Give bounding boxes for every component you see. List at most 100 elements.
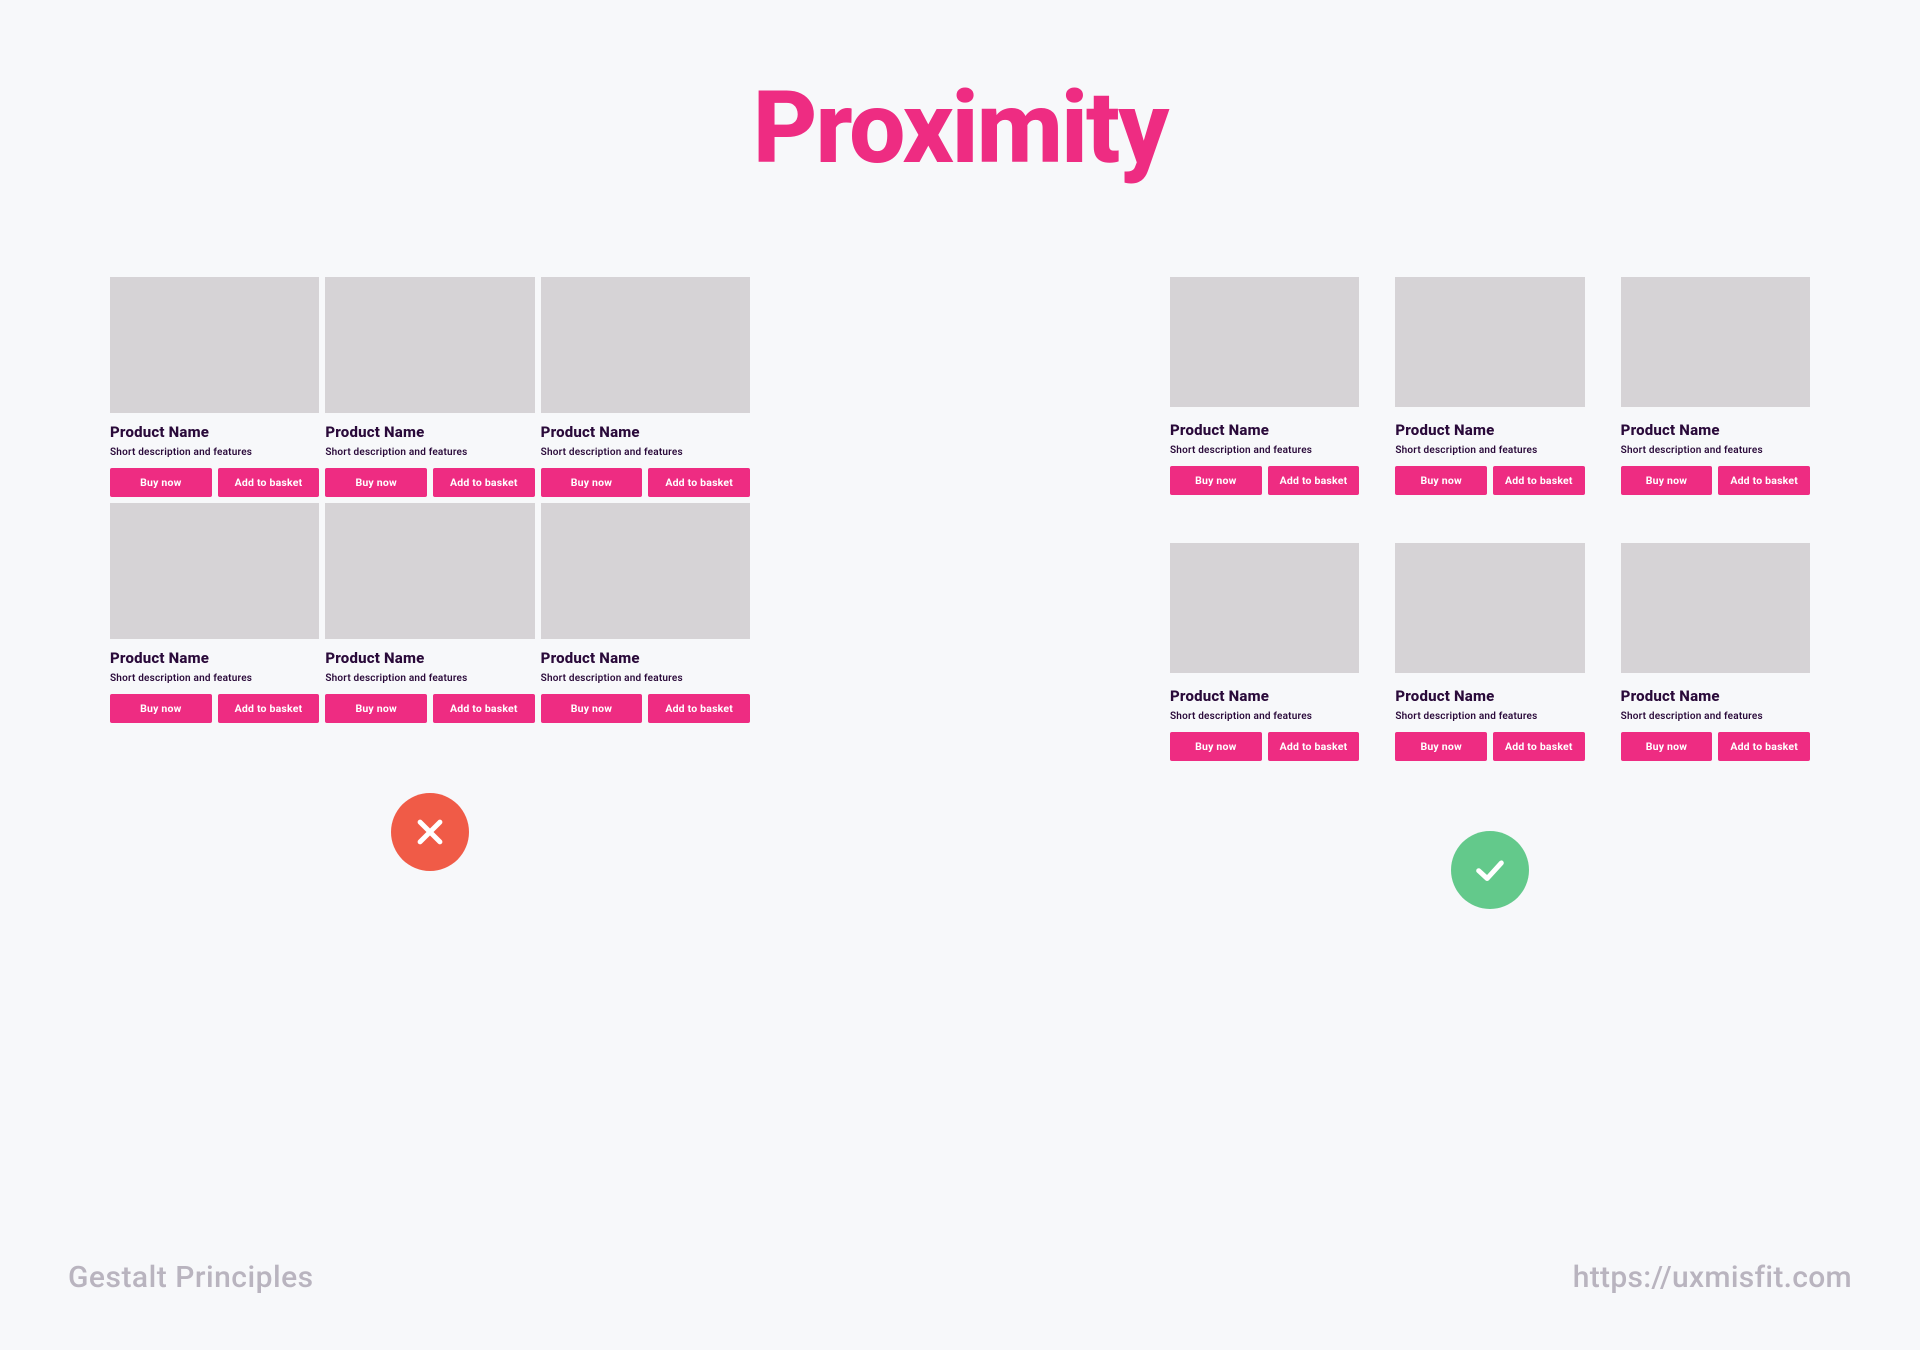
footer-label-right: https://uxmisfit.com (1573, 1260, 1852, 1295)
buy-now-button[interactable]: Buy now (1621, 466, 1713, 495)
buy-now-button[interactable]: Buy now (1621, 732, 1713, 761)
product-name: Product Name (110, 649, 319, 667)
product-card: Product Name Short description and featu… (110, 503, 319, 723)
product-meta: Product Name Short description and featu… (325, 413, 534, 497)
product-actions: Buy now Add to basket (1395, 732, 1584, 761)
product-card: Product Name Short description and featu… (1621, 277, 1810, 495)
check-icon (1451, 831, 1529, 909)
add-to-basket-button[interactable]: Add to basket (1493, 732, 1585, 761)
add-to-basket-button[interactable]: Add to basket (433, 468, 535, 497)
cross-icon (391, 793, 469, 871)
product-name: Product Name (1395, 421, 1584, 439)
product-image-placeholder (1621, 277, 1810, 407)
product-image-placeholder (325, 277, 534, 413)
product-grid-bad: Product Name Short description and featu… (110, 277, 750, 723)
product-description: Short description and features (325, 447, 534, 458)
product-meta: Product Name Short description and featu… (1395, 673, 1584, 761)
product-name: Product Name (1395, 687, 1584, 705)
product-actions: Buy now Add to basket (1621, 466, 1810, 495)
product-description: Short description and features (1621, 711, 1810, 722)
product-meta: Product Name Short description and featu… (1621, 673, 1810, 761)
product-meta: Product Name Short description and featu… (541, 413, 750, 497)
buy-now-button[interactable]: Buy now (110, 468, 212, 497)
product-card: Product Name Short description and featu… (1170, 277, 1359, 495)
product-actions: Buy now Add to basket (1170, 732, 1359, 761)
product-actions: Buy now Add to basket (1170, 466, 1359, 495)
product-description: Short description and features (1395, 445, 1584, 456)
product-actions: Buy now Add to basket (1395, 466, 1584, 495)
product-image-placeholder (110, 277, 319, 413)
product-meta: Product Name Short description and featu… (110, 413, 319, 497)
product-card: Product Name Short description and featu… (325, 277, 534, 497)
product-name: Product Name (1170, 687, 1359, 705)
panel-bad: Product Name Short description and featu… (110, 277, 750, 909)
product-image-placeholder (541, 503, 750, 639)
add-to-basket-button[interactable]: Add to basket (218, 468, 320, 497)
product-name: Product Name (541, 649, 750, 667)
product-actions: Buy now Add to basket (541, 468, 750, 497)
product-meta: Product Name Short description and featu… (325, 639, 534, 723)
product-actions: Buy now Add to basket (541, 694, 750, 723)
buy-now-button[interactable]: Buy now (1395, 466, 1487, 495)
product-card: Product Name Short description and featu… (1170, 543, 1359, 761)
add-to-basket-button[interactable]: Add to basket (433, 694, 535, 723)
add-to-basket-button[interactable]: Add to basket (1493, 466, 1585, 495)
product-grid-good: Product Name Short description and featu… (1170, 277, 1810, 761)
product-description: Short description and features (110, 447, 319, 458)
buy-now-button[interactable]: Buy now (541, 468, 643, 497)
add-to-basket-button[interactable]: Add to basket (218, 694, 320, 723)
product-name: Product Name (1170, 421, 1359, 439)
product-meta: Product Name Short description and featu… (110, 639, 319, 723)
product-actions: Buy now Add to basket (110, 468, 319, 497)
add-to-basket-button[interactable]: Add to basket (1718, 732, 1810, 761)
product-image-placeholder (1395, 543, 1584, 673)
product-image-placeholder (1395, 277, 1584, 407)
buy-now-button[interactable]: Buy now (325, 468, 427, 497)
add-to-basket-button[interactable]: Add to basket (648, 694, 750, 723)
product-description: Short description and features (1170, 711, 1359, 722)
product-description: Short description and features (541, 447, 750, 458)
product-meta: Product Name Short description and featu… (541, 639, 750, 723)
buy-now-button[interactable]: Buy now (1395, 732, 1487, 761)
add-to-basket-button[interactable]: Add to basket (1268, 466, 1360, 495)
product-actions: Buy now Add to basket (1621, 732, 1810, 761)
product-image-placeholder (1621, 543, 1810, 673)
product-image-placeholder (1170, 277, 1359, 407)
add-to-basket-button[interactable]: Add to basket (648, 468, 750, 497)
product-card: Product Name Short description and featu… (1395, 277, 1584, 495)
panel-good: Product Name Short description and featu… (1170, 277, 1810, 909)
product-actions: Buy now Add to basket (325, 468, 534, 497)
product-description: Short description and features (541, 673, 750, 684)
product-image-placeholder (541, 277, 750, 413)
product-meta: Product Name Short description and featu… (1621, 407, 1810, 495)
product-card: Product Name Short description and featu… (1395, 543, 1584, 761)
product-actions: Buy now Add to basket (110, 694, 319, 723)
add-to-basket-button[interactable]: Add to basket (1718, 466, 1810, 495)
product-description: Short description and features (110, 673, 319, 684)
footer-label-left: Gestalt Principles (68, 1260, 314, 1295)
product-name: Product Name (1621, 421, 1810, 439)
product-card: Product Name Short description and featu… (110, 277, 319, 497)
add-to-basket-button[interactable]: Add to basket (1268, 732, 1360, 761)
buy-now-button[interactable]: Buy now (1170, 466, 1262, 495)
product-card: Product Name Short description and featu… (541, 277, 750, 497)
buy-now-button[interactable]: Buy now (325, 694, 427, 723)
product-description: Short description and features (1170, 445, 1359, 456)
product-name: Product Name (325, 423, 534, 441)
verdict-good (1170, 831, 1810, 909)
page-title: Proximity (0, 70, 1920, 187)
product-name: Product Name (110, 423, 319, 441)
buy-now-button[interactable]: Buy now (541, 694, 643, 723)
buy-now-button[interactable]: Buy now (1170, 732, 1262, 761)
product-meta: Product Name Short description and featu… (1170, 407, 1359, 495)
product-name: Product Name (325, 649, 534, 667)
product-card: Product Name Short description and featu… (541, 503, 750, 723)
product-card: Product Name Short description and featu… (1621, 543, 1810, 761)
product-meta: Product Name Short description and featu… (1395, 407, 1584, 495)
product-card: Product Name Short description and featu… (325, 503, 534, 723)
product-description: Short description and features (1395, 711, 1584, 722)
product-name: Product Name (541, 423, 750, 441)
comparison-panels: Product Name Short description and featu… (0, 277, 1920, 909)
buy-now-button[interactable]: Buy now (110, 694, 212, 723)
product-image-placeholder (110, 503, 319, 639)
